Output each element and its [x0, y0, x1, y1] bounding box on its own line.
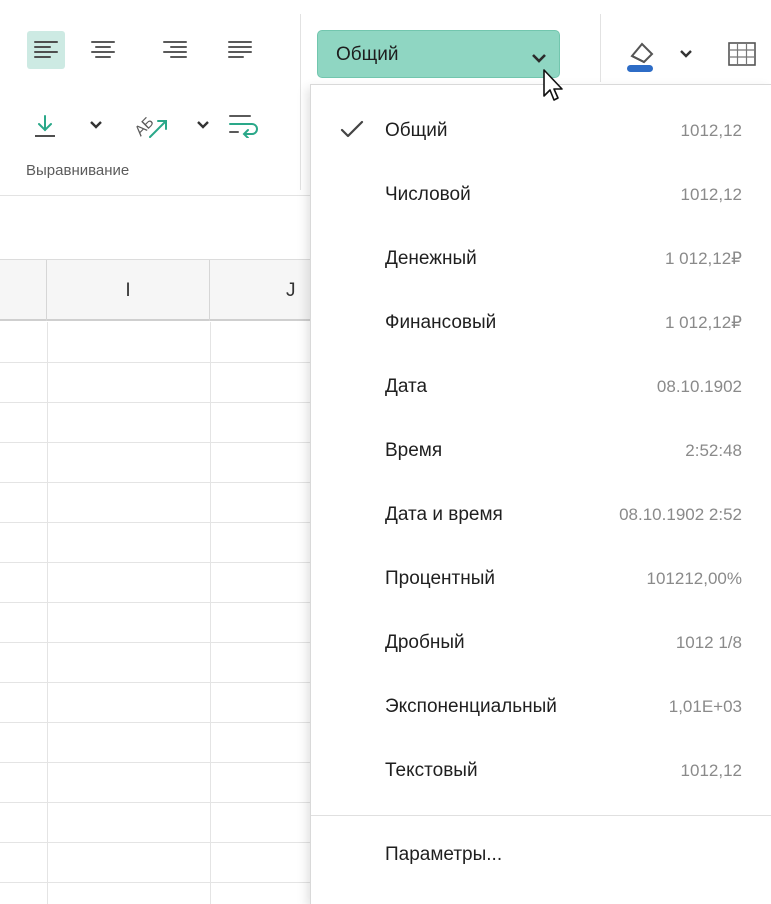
- column-header-i[interactable]: I: [47, 260, 210, 321]
- svg-text:АБ: АБ: [131, 114, 157, 140]
- menu-item-sample: 1012 1/8: [675, 633, 742, 652]
- menu-item-label: Числовой: [385, 184, 471, 205]
- menu-item-sample: 08.10.1902 2:52: [619, 505, 742, 524]
- fill-color-icon: [627, 42, 654, 72]
- chevron-down-icon: [197, 121, 209, 129]
- menu-item-label: Денежный: [385, 248, 477, 269]
- fill-color-dropdown[interactable]: [676, 44, 696, 64]
- text-orientation-button[interactable]: АБ: [118, 103, 178, 147]
- menu-item-label: Параметры...: [385, 844, 503, 865]
- grid-column-line: [47, 322, 48, 904]
- justify-button[interactable]: [221, 31, 259, 69]
- menu-item-label: Текстовый: [385, 760, 478, 781]
- number-format-combo[interactable]: Общий: [317, 30, 560, 78]
- menu-item-format[interactable]: Дата 08.10.1902: [311, 356, 771, 418]
- text-orientation-icon: АБ: [131, 114, 167, 140]
- menu-item-parameters[interactable]: Параметры...: [311, 824, 771, 886]
- menu-item-sample: 2:52:48: [685, 441, 742, 460]
- wrap-text-icon: [229, 115, 258, 138]
- menu-item-format[interactable]: Дробный 1012 1/8: [311, 612, 771, 674]
- chevron-down-icon: [90, 121, 102, 129]
- chevron-down-icon: [680, 50, 692, 58]
- align-right-button[interactable]: [156, 31, 194, 69]
- text-orientation-dropdown[interactable]: [193, 115, 213, 135]
- menu-item-sample: 1,01E+03: [668, 697, 742, 716]
- menu-item-label: Финансовый: [385, 312, 497, 333]
- checkmark-icon: [340, 119, 364, 144]
- menu-item-sample: 08.10.1902: [656, 377, 742, 396]
- menu-item-format[interactable]: Текстовый 1012,12: [311, 740, 771, 802]
- menu-item-format[interactable]: Финансовый 1 012,12₽: [311, 292, 771, 354]
- menu-item-label: Дата: [385, 376, 428, 397]
- wrap-text-button[interactable]: [224, 107, 264, 143]
- menu-item-format[interactable]: Денежный 1 012,12₽: [311, 228, 771, 290]
- number-format-menu: Общий 1012,12 Числовой 1012,12 Денежный 1 012…: [310, 84, 771, 904]
- chevron-down-icon: [532, 50, 546, 68]
- menu-item-label: Общий: [385, 120, 448, 141]
- alignment-group-label: Выравнивание: [26, 162, 130, 179]
- menu-item-format[interactable]: Время 2:52:48: [311, 420, 771, 482]
- align-left-button[interactable]: [27, 31, 65, 69]
- mouse-pointer-icon: [542, 68, 568, 109]
- menu-item-format[interactable]: Экспоненциальный 1,01E+03: [311, 676, 771, 738]
- menu-item-sample: 101212,00%: [646, 569, 742, 588]
- menu-item-format[interactable]: Дата и время 08.10.1902 2:52: [311, 484, 771, 546]
- borders-button[interactable]: [724, 38, 760, 70]
- menu-item-sample: 1012,12: [680, 185, 742, 204]
- align-center-icon: [91, 41, 115, 58]
- row-header-corner[interactable]: [0, 260, 47, 321]
- align-left-icon: [34, 41, 58, 58]
- menu-item-label: Экспоненциальный: [385, 696, 557, 717]
- align-right-icon: [163, 41, 187, 58]
- menu-item-sample: 1012,12: [680, 121, 742, 140]
- borders-icon: [728, 42, 756, 66]
- menu-item-label: Дробный: [385, 632, 465, 653]
- number-format-value: Общий: [336, 44, 399, 65]
- column-header-j-label: J: [286, 279, 296, 301]
- menu-item-format[interactable]: Процентный 101212,00%: [311, 548, 771, 610]
- menu-item-label: Процентный: [385, 568, 495, 589]
- menu-separator: [311, 815, 771, 816]
- menu-item-sample: 1 012,12₽: [665, 313, 742, 332]
- fill-color-button[interactable]: [620, 32, 660, 76]
- menu-item-format[interactable]: Общий 1012,12: [311, 100, 771, 162]
- grid-column-line: [210, 322, 211, 904]
- align-justify-icon: [228, 41, 252, 58]
- menu-item-label: Дата и время: [385, 504, 503, 525]
- menu-item-label: Время: [385, 440, 443, 461]
- align-center-button[interactable]: [84, 31, 122, 69]
- align-bottom-icon: [35, 115, 55, 137]
- menu-item-format[interactable]: Числовой 1012,12: [311, 164, 771, 226]
- group-divider: [600, 14, 601, 82]
- menu-item-sample: 1 012,12₽: [665, 249, 742, 268]
- menu-item-sample: 1012,12: [680, 761, 742, 780]
- vertical-align-dropdown[interactable]: [86, 115, 106, 135]
- group-divider: [300, 14, 301, 190]
- vertical-align-button[interactable]: [28, 109, 62, 143]
